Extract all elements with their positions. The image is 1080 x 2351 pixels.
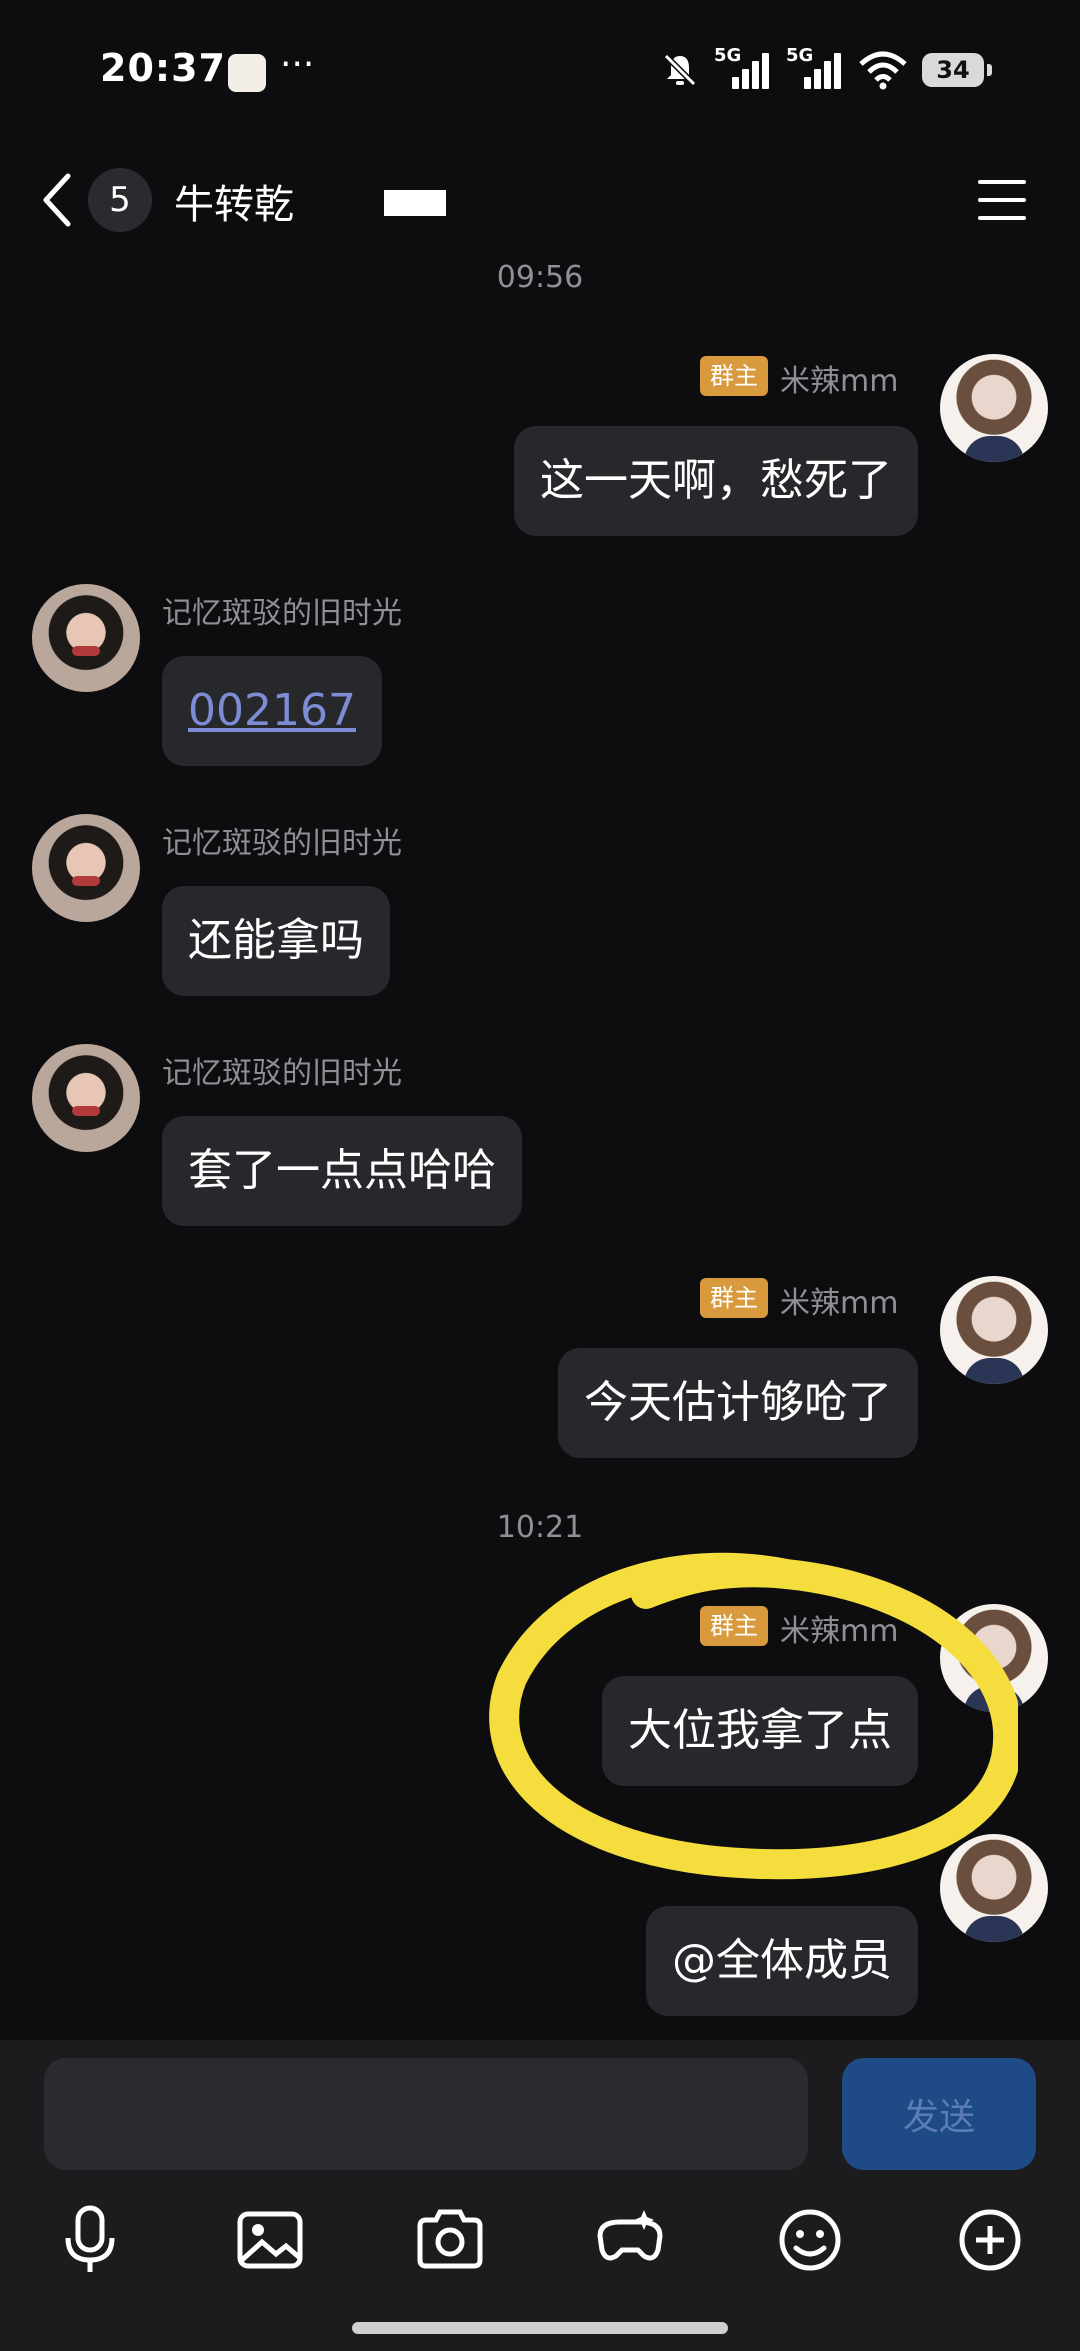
message-bubble[interactable]: 套了一点点哈哈	[162, 1116, 522, 1226]
status-time: 20:37	[100, 46, 226, 90]
back-icon[interactable]	[38, 168, 78, 232]
send-button[interactable]: 发送	[842, 2058, 1036, 2170]
redaction-mark	[384, 190, 446, 216]
status-indicators: 5G 5G 34	[660, 45, 992, 94]
plus-icon[interactable]	[950, 2200, 1030, 2280]
owner-badge: 群主	[700, 356, 768, 396]
status-bar: 20:37 ··· 5G 5G 34	[0, 0, 1080, 140]
microphone-icon[interactable]	[50, 2200, 130, 2280]
battery-indicator: 34	[922, 53, 992, 87]
emoji-icon[interactable]	[770, 2200, 850, 2280]
wifi-icon	[859, 51, 907, 90]
camera-icon[interactable]	[410, 2200, 490, 2280]
chat-title: 牛转乾	[174, 182, 294, 228]
sender-name: 记忆斑驳的旧时光	[162, 826, 402, 861]
menu-icon[interactable]	[978, 180, 1030, 222]
message-bubble[interactable]: 今天估计够呛了	[558, 1348, 918, 1458]
sender-name: 记忆斑驳的旧时光	[162, 1056, 402, 1091]
more-notifications-icon: ···	[280, 44, 315, 85]
message-bubble[interactable]: @全体成员	[646, 1906, 918, 2016]
owner-badge: 群主	[700, 1278, 768, 1318]
unread-count-badge[interactable]: 5	[88, 168, 152, 232]
sender-name: 米辣mm	[780, 1286, 899, 1321]
message-bubble[interactable]: 这一天啊，愁死了	[514, 426, 918, 536]
signal-5g-icon: 5G	[714, 45, 772, 93]
image-icon[interactable]	[230, 2200, 310, 2280]
highlight-annotation	[489, 1552, 1018, 1880]
avatar[interactable]	[940, 354, 1048, 462]
time-divider: 10:21	[496, 1510, 584, 1545]
avatar[interactable]	[32, 584, 140, 692]
message-input[interactable]	[44, 2058, 808, 2170]
home-indicator[interactable]	[352, 2322, 728, 2334]
app-notification-icon	[228, 54, 266, 92]
avatar[interactable]	[940, 1276, 1048, 1384]
signal-5g-icon: 5G	[786, 45, 844, 93]
mute-icon	[663, 53, 697, 87]
avatar[interactable]	[32, 1044, 140, 1152]
stock-code-link[interactable]: 002167	[162, 656, 382, 766]
time-divider: 09:56	[496, 260, 584, 295]
sender-name: 米辣mm	[780, 364, 899, 399]
avatar[interactable]	[32, 814, 140, 922]
game-icon[interactable]	[590, 2200, 670, 2280]
message-bubble[interactable]: 还能拿吗	[162, 886, 390, 996]
sender-name: 记忆斑驳的旧时光	[162, 596, 402, 631]
